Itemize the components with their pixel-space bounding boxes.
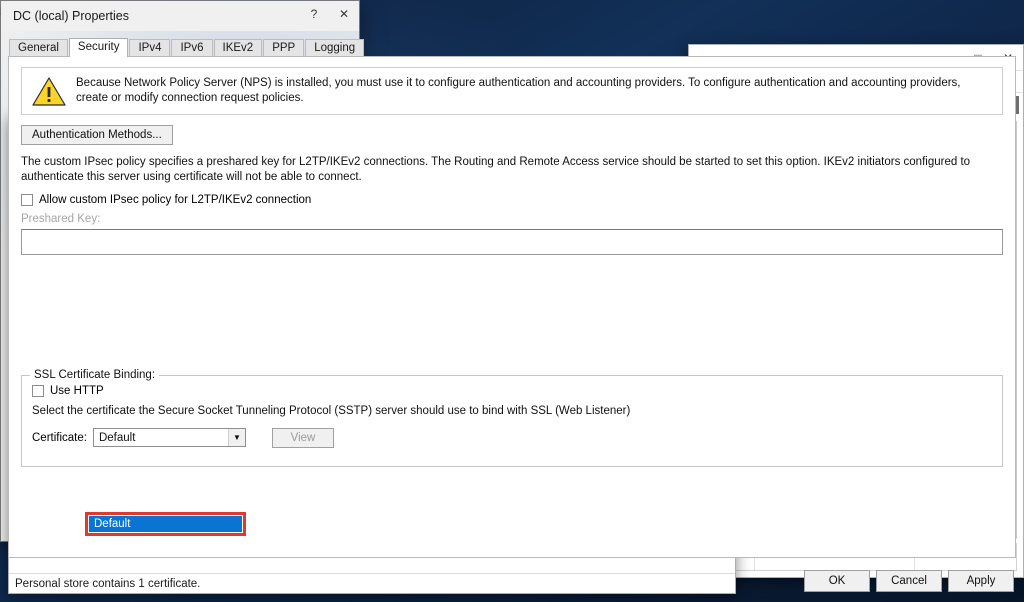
tab-ipv6[interactable]: IPv6 [171,39,213,57]
tab-logging[interactable]: Logging [305,39,365,57]
use-http-checkbox-row[interactable]: Use HTTP [32,385,992,397]
certificate-row: Certificate: Default ▼ View [32,427,992,448]
preshared-key-input[interactable] [21,228,1003,255]
help-question-icon[interactable]: ? [299,1,329,27]
security-tab-panel: Because Network Policy Server (NPS) is i… [8,56,1016,558]
dialog-footer: OK Cancel Apply [804,570,1014,592]
ok-button[interactable]: OK [804,570,870,592]
certificate-label: Certificate: [32,431,87,444]
tab-ipv4[interactable]: IPv4 [129,39,171,57]
use-http-checkbox[interactable] [32,385,44,397]
nps-warning-box: Because Network Policy Server (NPS) is i… [21,67,1003,115]
warning-triangle-icon [32,76,66,106]
dialog-window-controls: ? ✕ [299,1,359,27]
use-http-label: Use HTTP [50,385,104,397]
dropdown-highlight-outline [85,512,246,536]
certificate-selected-value: Default [98,431,136,444]
tab-general[interactable]: General [9,39,68,57]
status-bar: Personal store contains 1 certificate. [9,573,735,593]
allow-ipsec-checkbox[interactable] [21,194,33,206]
dialog-titlebar: DC (local) Properties ? ✕ [1,1,359,31]
dc-local-properties-dialog[interactable]: DC (local) Properties ? ✕ General Securi… [0,0,1016,592]
ssl-description: Select the certificate the Secure Socket… [32,405,631,417]
chevron-down-icon[interactable]: ▼ [227,429,245,446]
certificate-select[interactable]: Default ▼ [92,428,246,447]
authentication-methods-button[interactable]: Authentication Methods... [21,125,173,145]
tab-security[interactable]: Security [68,38,129,57]
desktop: Bin Windows — □ ✕ Access Is erver config… [0,0,1024,602]
tab-ikev2[interactable]: IKEv2 [213,39,263,57]
tab-ppp[interactable]: PPP [263,39,305,57]
cancel-button[interactable]: Cancel [876,570,942,592]
view-certificate-button[interactable]: View [271,427,334,448]
ssl-group-title: SSL Certificate Binding: [30,369,160,381]
allow-ipsec-checkbox-row[interactable]: Allow custom IPsec policy for L2TP/IKEv2… [21,194,1003,206]
allow-ipsec-label: Allow custom IPsec policy for L2TP/IKEv2… [39,194,312,206]
ipsec-description: The custom IPsec policy specifies a pres… [21,156,971,183]
close-icon[interactable]: ✕ [329,1,359,27]
dialog-title: DC (local) Properties [13,9,130,23]
preshared-key-label: Preshared Key: [21,213,101,225]
nps-warning-text: Because Network Policy Server (NPS) is i… [76,77,961,104]
dialog-tabs[interactable]: General Security IPv4 IPv6 IKEv2 PPP Log… [9,37,365,57]
apply-button[interactable]: Apply [948,570,1014,592]
ssl-certificate-binding-group: SSL Certificate Binding: Use HTTP Select… [21,369,1003,467]
